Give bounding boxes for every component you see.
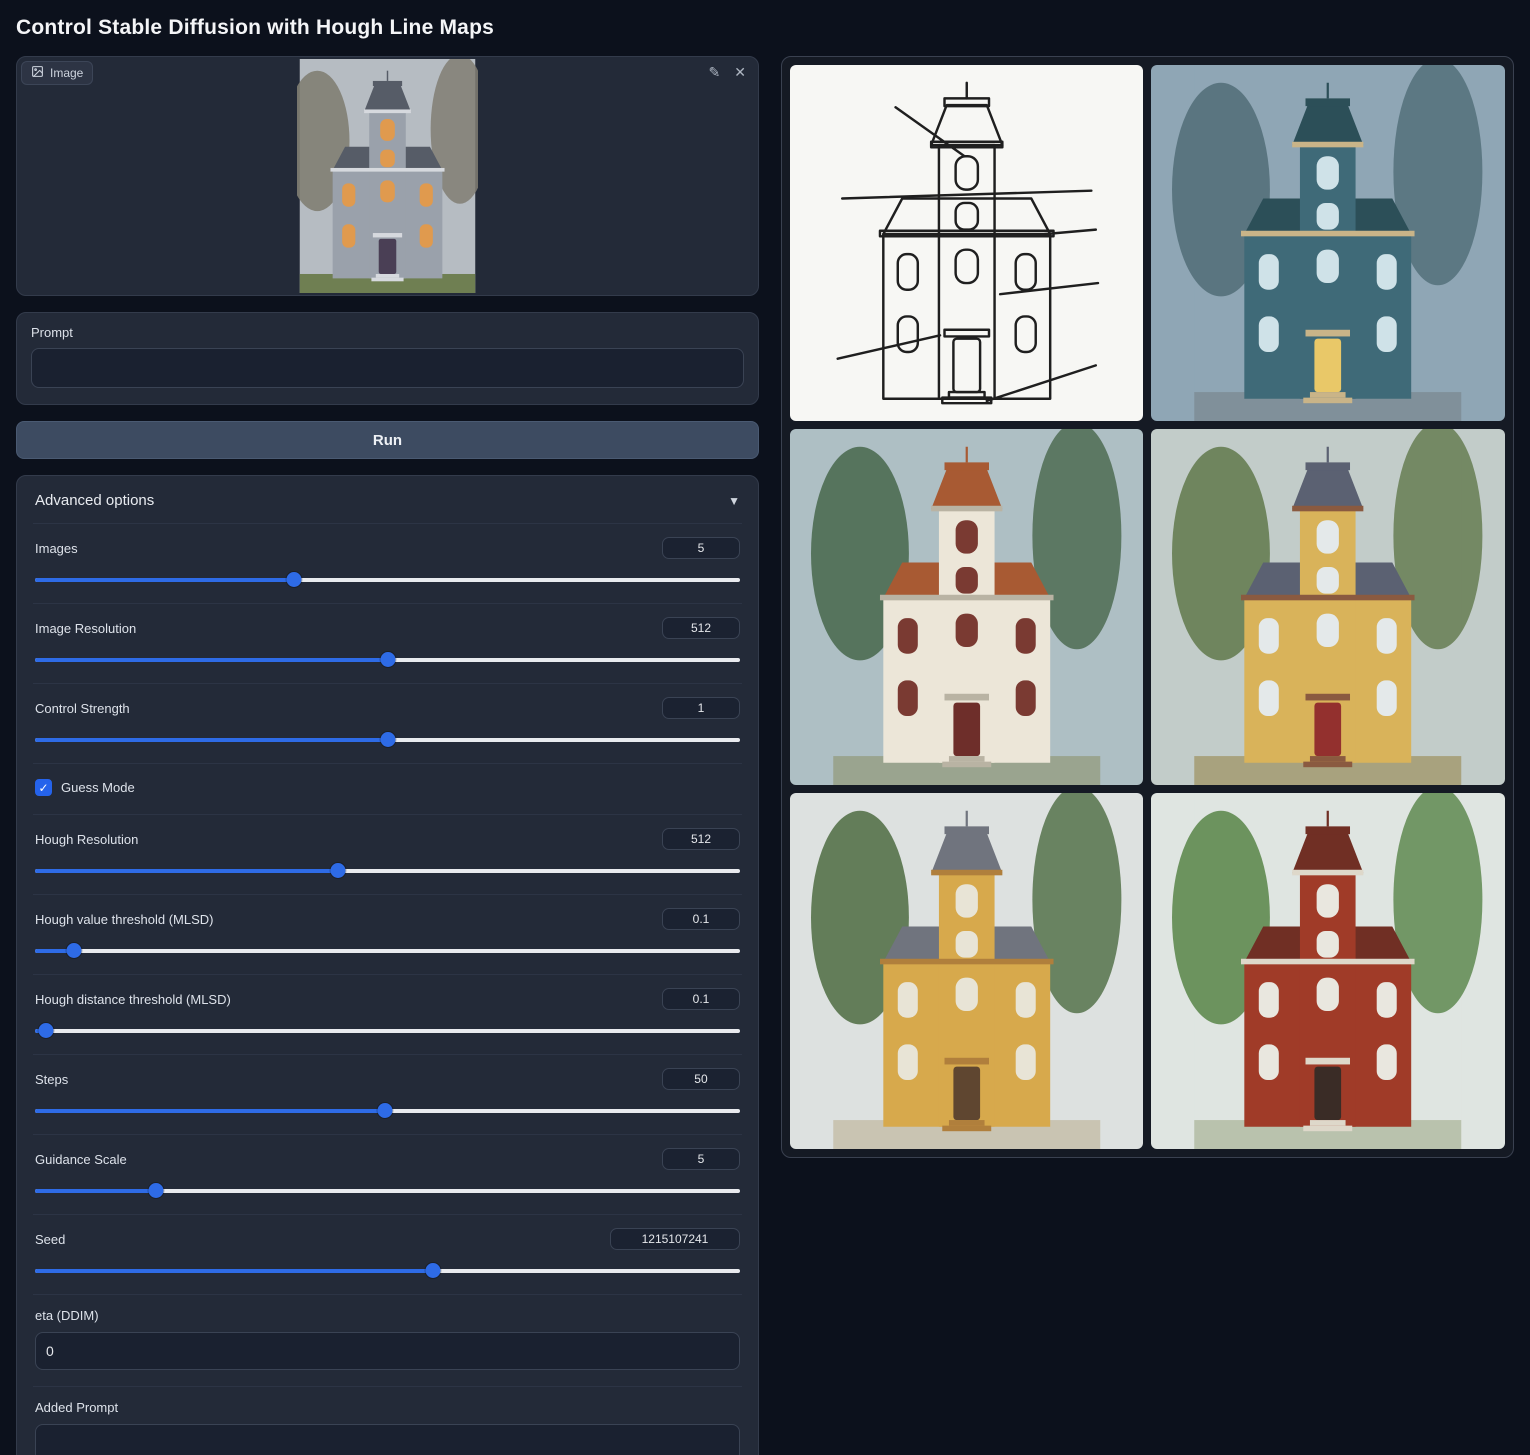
edit-image-button[interactable]: ✎ xyxy=(709,65,721,79)
control-strength-slider-fill xyxy=(35,738,388,742)
added-prompt-input[interactable] xyxy=(35,1424,740,1455)
guess-mode-control: ✓ Guess Mode xyxy=(33,763,742,814)
advanced-options-label: Advanced options xyxy=(35,492,154,509)
control-strength-slider[interactable] xyxy=(35,732,740,747)
seed-slider[interactable] xyxy=(35,1263,740,1278)
image-icon xyxy=(31,65,44,81)
control-strength-control: Control Strength 1 xyxy=(33,683,742,763)
gallery-item-red-brick-victorian-painting[interactable] xyxy=(1151,793,1505,1149)
image-resolution-value[interactable]: 512 xyxy=(662,617,740,639)
hough-value-threshold-slider-handle[interactable] xyxy=(66,943,81,958)
steps-slider-handle[interactable] xyxy=(378,1103,393,1118)
image-resolution-slider-fill xyxy=(35,658,388,662)
hough-value-threshold-control: Hough value threshold (MLSD) 0.1 xyxy=(33,894,742,974)
advanced-options-header[interactable]: Advanced options ▼ xyxy=(33,490,742,523)
image-panel-label-text: Image xyxy=(50,66,83,80)
hough-resolution-slider-handle[interactable] xyxy=(331,863,346,878)
run-button[interactable]: Run xyxy=(16,421,759,459)
hough-resolution-value[interactable]: 512 xyxy=(662,828,740,850)
hough-resolution-control: Hough Resolution 512 xyxy=(33,814,742,894)
eta-ddim-label: eta (DDIM) xyxy=(35,1308,99,1323)
guidance-scale-slider-fill xyxy=(35,1189,156,1193)
app-page: Control Stable Diffusion with Hough Line… xyxy=(0,0,1530,1455)
gallery-item-golden-victorian-painting[interactable] xyxy=(790,793,1144,1149)
hough-resolution-slider-fill xyxy=(35,869,338,873)
hough-value-threshold-value[interactable]: 0.1 xyxy=(662,908,740,930)
steps-value[interactable]: 50 xyxy=(662,1068,740,1090)
page-title: Control Stable Diffusion with Hough Line… xyxy=(16,16,1514,40)
steps-slider-fill xyxy=(35,1109,385,1113)
image-resolution-label: Image Resolution xyxy=(35,621,136,636)
images-slider-fill xyxy=(35,578,294,582)
hough-value-threshold-slider[interactable] xyxy=(35,943,740,958)
main-layout: Image ✎ ✕ Prompt Run Advanced options ▼ xyxy=(16,56,1514,1455)
gallery-item-yellow-victorian-painting[interactable] xyxy=(1151,429,1505,785)
clear-image-button[interactable]: ✕ xyxy=(734,65,746,79)
guidance-scale-slider[interactable] xyxy=(35,1183,740,1198)
image-panel-actions: ✎ ✕ xyxy=(709,65,746,79)
hough-resolution-label: Hough Resolution xyxy=(35,832,138,847)
hough-distance-threshold-control: Hough distance threshold (MLSD) 0.1 xyxy=(33,974,742,1054)
output-gallery xyxy=(781,56,1514,1158)
images-label: Images xyxy=(35,541,78,556)
input-image-preview xyxy=(297,59,478,293)
gallery-item-hough-line-map[interactable] xyxy=(790,65,1144,421)
images-slider[interactable] xyxy=(35,572,740,587)
hough-distance-threshold-slider[interactable] xyxy=(35,1023,740,1038)
guess-mode-checkbox[interactable]: ✓ Guess Mode xyxy=(35,777,740,798)
hough-distance-threshold-slider-handle[interactable] xyxy=(39,1023,54,1038)
gallery-grid xyxy=(790,65,1505,1149)
advanced-controls: Images 5 Image Resolution 512 Control St… xyxy=(33,523,742,1455)
prompt-label: Prompt xyxy=(31,325,744,340)
gallery-item-blue-victorian-painting[interactable] xyxy=(1151,65,1505,421)
image-panel-label: Image xyxy=(21,61,93,85)
gallery-item-white-victorian-painting[interactable] xyxy=(790,429,1144,785)
image-resolution-slider-handle[interactable] xyxy=(381,652,396,667)
hough-value-threshold-label: Hough value threshold (MLSD) xyxy=(35,912,213,927)
collapse-arrow-icon: ▼ xyxy=(728,494,740,508)
added-prompt-control: Added Prompt xyxy=(33,1386,742,1455)
control-strength-value[interactable]: 1 xyxy=(662,697,740,719)
eta-ddim-input[interactable] xyxy=(35,1332,740,1370)
hough-value-threshold-slider-rail xyxy=(35,949,740,953)
input-image-area xyxy=(19,59,756,293)
seed-label: Seed xyxy=(35,1232,65,1247)
seed-slider-fill xyxy=(35,1269,433,1273)
steps-slider[interactable] xyxy=(35,1103,740,1118)
images-slider-handle[interactable] xyxy=(287,572,302,587)
images-control: Images 5 xyxy=(33,523,742,603)
guidance-scale-value[interactable]: 5 xyxy=(662,1148,740,1170)
prompt-input[interactable] xyxy=(31,348,744,388)
image-upload-panel[interactable]: Image ✎ ✕ xyxy=(16,56,759,296)
image-resolution-slider[interactable] xyxy=(35,652,740,667)
steps-label: Steps xyxy=(35,1072,68,1087)
image-resolution-control: Image Resolution 512 xyxy=(33,603,742,683)
images-value[interactable]: 5 xyxy=(662,537,740,559)
hough-resolution-slider[interactable] xyxy=(35,863,740,878)
added-prompt-label: Added Prompt xyxy=(35,1400,118,1415)
seed-slider-handle[interactable] xyxy=(426,1263,441,1278)
steps-control: Steps 50 xyxy=(33,1054,742,1134)
hough-distance-threshold-label: Hough distance threshold (MLSD) xyxy=(35,992,231,1007)
hough-distance-threshold-slider-rail xyxy=(35,1029,740,1033)
control-strength-label: Control Strength xyxy=(35,701,130,716)
guess-mode-checkbox-box[interactable]: ✓ xyxy=(35,779,52,796)
guess-mode-label: Guess Mode xyxy=(61,780,135,795)
hough-distance-threshold-value[interactable]: 0.1 xyxy=(662,988,740,1010)
guidance-scale-label: Guidance Scale xyxy=(35,1152,127,1167)
seed-control: Seed 1215107241 xyxy=(33,1214,742,1294)
guidance-scale-control: Guidance Scale 5 xyxy=(33,1134,742,1214)
seed-value[interactable]: 1215107241 xyxy=(610,1228,740,1250)
guidance-scale-slider-handle[interactable] xyxy=(148,1183,163,1198)
left-column: Image ✎ ✕ Prompt Run Advanced options ▼ xyxy=(16,56,759,1455)
advanced-options-panel: Advanced options ▼ Images 5 Image Resolu… xyxy=(16,475,759,1455)
control-strength-slider-handle[interactable] xyxy=(381,732,396,747)
prompt-block: Prompt xyxy=(16,312,759,405)
eta-ddim-control: eta (DDIM) xyxy=(33,1294,742,1386)
